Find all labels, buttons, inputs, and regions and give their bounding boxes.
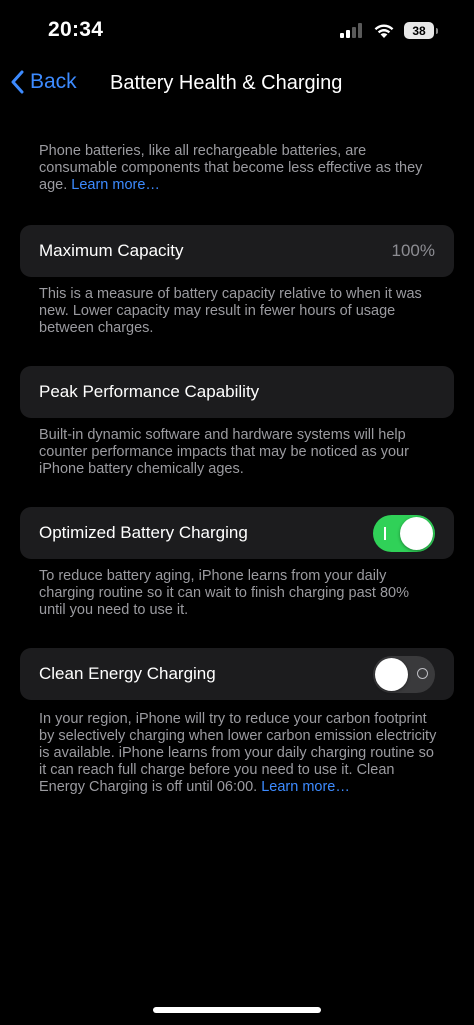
cellular-signal-icon xyxy=(340,23,362,38)
status-bar: 20:34 38 xyxy=(0,0,474,62)
intro-learn-more-link[interactable]: Learn more… xyxy=(71,177,160,193)
battery-nub xyxy=(436,27,438,34)
maximum-capacity-row: Maximum Capacity 100% xyxy=(20,225,454,277)
page-title: Battery Health & Charging xyxy=(110,72,343,94)
toggle-on-indicator xyxy=(384,526,386,540)
intro-description: Phone batteries, like all rechargeable b… xyxy=(39,143,439,194)
optimized-charging-toggle[interactable] xyxy=(373,514,435,552)
home-indicator[interactable] xyxy=(153,1007,321,1013)
battery-level: 38 xyxy=(404,22,434,39)
maximum-capacity-value: 100% xyxy=(391,241,435,260)
toggle-off-indicator xyxy=(417,667,428,679)
navigation-bar: Back Battery Health & Charging xyxy=(0,66,474,106)
maximum-capacity-description: This is a measure of battery capacity re… xyxy=(39,286,422,336)
maximum-capacity-label: Maximum Capacity xyxy=(39,241,184,260)
clean-energy-text: In your region, iPhone will try to reduc… xyxy=(39,711,437,795)
peak-performance-description: Built-in dynamic software and hardware s… xyxy=(39,427,409,477)
battery-icon: 38 xyxy=(404,22,438,39)
optimized-charging-description: To reduce battery aging, iPhone learns f… xyxy=(39,568,409,618)
peak-performance-row[interactable]: Peak Performance Capability xyxy=(20,366,454,418)
clean-energy-label: Clean Energy Charging xyxy=(39,664,216,683)
back-button[interactable]: Back xyxy=(10,70,77,94)
clean-energy-learn-more-link[interactable]: Learn more… xyxy=(261,779,350,795)
status-time: 20:34 xyxy=(48,18,104,41)
clean-energy-description: In your region, iPhone will try to reduc… xyxy=(39,711,439,796)
optimized-charging-label: Optimized Battery Charging xyxy=(39,523,248,542)
clean-energy-toggle[interactable] xyxy=(373,655,435,693)
wifi-icon xyxy=(374,23,394,38)
clean-energy-row: Clean Energy Charging xyxy=(20,648,454,700)
toggle-knob xyxy=(400,516,433,550)
toggle-knob xyxy=(375,657,408,691)
status-icons: 38 xyxy=(340,22,438,39)
optimized-charging-row: Optimized Battery Charging xyxy=(20,507,454,559)
back-label: Back xyxy=(30,70,77,93)
peak-performance-label: Peak Performance Capability xyxy=(39,382,260,401)
chevron-left-icon xyxy=(11,70,24,94)
